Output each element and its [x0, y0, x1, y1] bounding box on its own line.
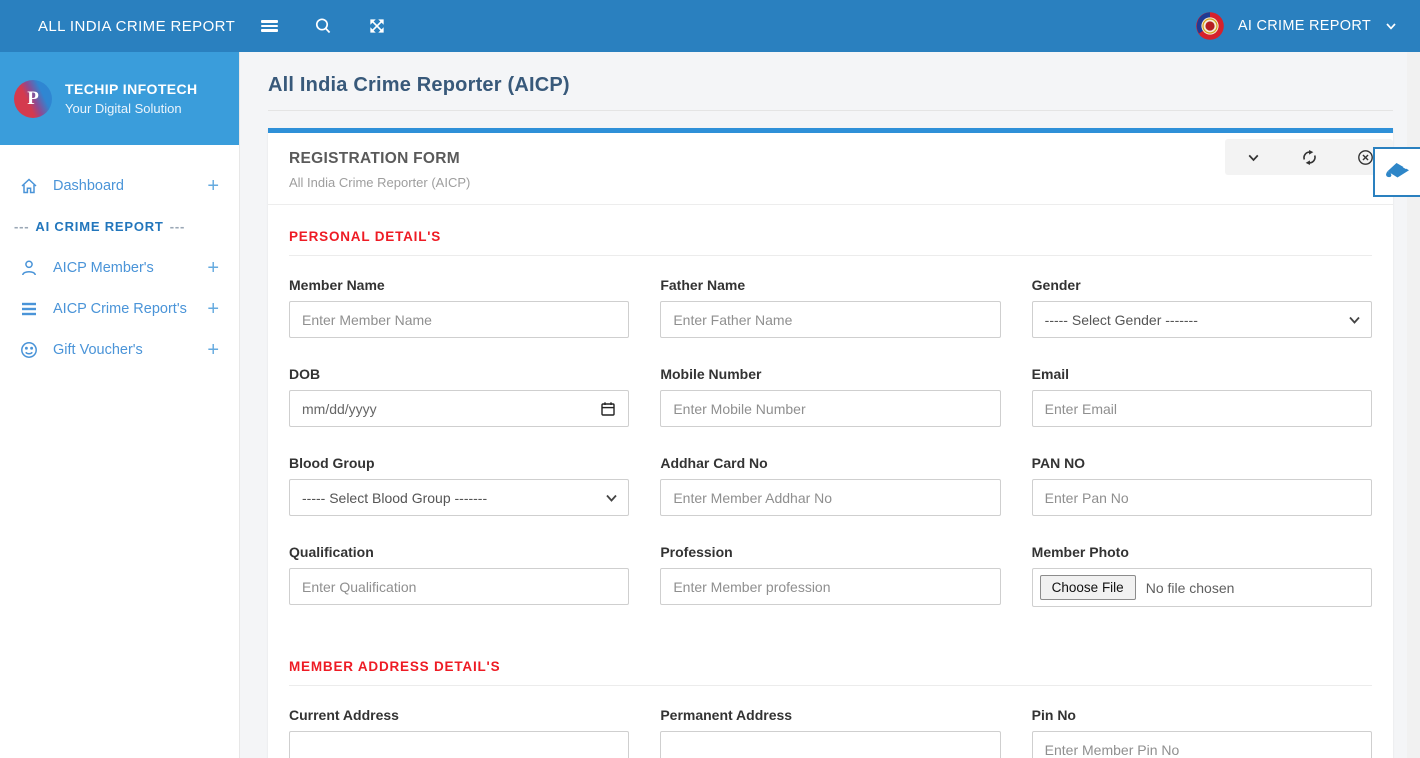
field-current-address: Current Address: [289, 707, 630, 758]
plus-icon[interactable]: +: [207, 176, 219, 196]
permanent-address-label: Permanent Address: [660, 707, 793, 723]
email-label: Email: [1031, 366, 1070, 382]
section-personal-details: PERSONAL DETAIL'S: [289, 229, 442, 244]
brand-tagline: Your Digital Solution: [65, 101, 182, 116]
father-name-label: Father Name: [660, 277, 746, 293]
field-blood-group: Blood Group ----- Select Blood Group ---…: [289, 455, 630, 516]
card-title: REGISTRATION FORM: [289, 150, 460, 167]
pin-no-input[interactable]: [1031, 731, 1372, 758]
profession-input[interactable]: [660, 568, 1001, 605]
topbar: ALL INDIA CRIME REPORT AI CRIME REPORT: [0, 0, 1420, 52]
field-pin-no: Pin No: [1031, 707, 1372, 758]
plus-icon[interactable]: +: [207, 340, 219, 360]
brand-name: TECHIP INFOTECH: [65, 81, 198, 97]
sidebar-item-aicp-members[interactable]: AICP Member's +: [0, 247, 239, 288]
email-input[interactable]: [1031, 390, 1372, 427]
profile-menu[interactable]: AI CRIME REPORT: [1195, 11, 1420, 41]
field-pan: PAN NO: [1031, 455, 1372, 516]
field-member-name: Member Name: [289, 277, 630, 338]
home-icon: [18, 176, 40, 196]
field-email: Email: [1031, 366, 1372, 427]
main-content: All India Crime Reporter (AICP) REGISTRA…: [240, 52, 1407, 758]
profile-label: AI CRIME REPORT: [1237, 18, 1371, 34]
sidebar-item-label: AICP Member's: [53, 259, 154, 276]
field-aadhar: Addhar Card No: [660, 455, 1001, 516]
choose-file-button[interactable]: Choose File: [1039, 575, 1136, 600]
card-subtitle: All India Crime Reporter (AICP): [289, 175, 471, 190]
permanent-address-textarea[interactable]: [660, 731, 1001, 758]
gender-select[interactable]: ----- Select Gender -------: [1031, 301, 1372, 338]
field-member-photo: Member Photo Choose File No file chosen: [1031, 544, 1372, 607]
pin-no-label: Pin No: [1031, 707, 1076, 723]
app-badge-logo: [1196, 12, 1224, 40]
plus-icon[interactable]: +: [207, 299, 219, 319]
mobile-label: Mobile Number: [660, 366, 762, 382]
collapse-card-icon[interactable]: [1240, 144, 1266, 170]
member-name-label: Member Name: [289, 277, 385, 293]
calendar-icon[interactable]: [600, 401, 616, 417]
dob-label: DOB: [289, 366, 321, 382]
member-name-input[interactable]: [289, 301, 630, 338]
sidebar-item-label: AICP Crime Report's: [53, 300, 187, 317]
search-icon[interactable]: [311, 14, 335, 38]
qualification-label: Qualification: [289, 544, 374, 560]
file-status-text: No file chosen: [1145, 579, 1235, 596]
sidebar-item-aicp-crime-reports[interactable]: AICP Crime Report's +: [0, 288, 239, 329]
smiley-icon: [18, 340, 40, 360]
current-address-textarea[interactable]: [289, 731, 630, 758]
sidebar-item-label: Dashboard: [53, 177, 124, 194]
list-icon: [18, 299, 40, 319]
fullscreen-icon[interactable]: [365, 14, 389, 38]
user-icon: [18, 258, 40, 278]
pan-input[interactable]: [1031, 479, 1372, 516]
sidebar-section-label: AI CRIME REPORT: [35, 219, 164, 234]
aadhar-input[interactable]: [660, 479, 1001, 516]
member-photo-label: Member Photo: [1031, 544, 1129, 560]
registration-card: REGISTRATION FORM All India Crime Report…: [268, 128, 1393, 758]
dob-input[interactable]: mm/dd/yyyy: [289, 390, 630, 427]
current-address-label: Current Address: [289, 707, 399, 723]
plus-icon[interactable]: +: [207, 258, 219, 278]
field-permanent-address: Permanent Address: [660, 707, 1001, 758]
pan-label: PAN NO: [1031, 455, 1086, 471]
sidebar-item-dashboard[interactable]: Dashboard +: [0, 165, 239, 206]
sidebar: P TECHIP INFOTECH Your Digital Solution …: [0, 52, 240, 758]
mobile-input[interactable]: [660, 390, 1001, 427]
theme-customizer-button[interactable]: [1373, 147, 1420, 197]
menu-toggle-icon[interactable]: [257, 14, 281, 38]
profession-label: Profession: [660, 544, 733, 560]
aadhar-label: Addhar Card No: [660, 455, 768, 471]
field-father-name: Father Name: [660, 277, 1001, 338]
brand-area: P TECHIP INFOTECH Your Digital Solution: [0, 52, 239, 145]
section-member-address-details: MEMBER ADDRESS DETAIL'S: [289, 659, 501, 674]
field-gender: Gender ----- Select Gender -------: [1031, 277, 1372, 338]
refresh-icon[interactable]: [1296, 144, 1322, 170]
brand-logo: P: [14, 79, 52, 118]
father-name-input[interactable]: [660, 301, 1001, 338]
blood-group-label: Blood Group: [289, 455, 375, 471]
field-mobile: Mobile Number: [660, 366, 1001, 427]
card-tools: [1225, 139, 1393, 175]
sidebar-section-header: --- AI CRIME REPORT ---: [14, 219, 186, 234]
sidebar-item-gift-vouchers[interactable]: Gift Voucher's +: [0, 329, 239, 370]
blood-group-select[interactable]: ----- Select Blood Group -------: [289, 479, 630, 516]
app-title: ALL INDIA CRIME REPORT: [38, 17, 236, 35]
gender-label: Gender: [1031, 277, 1081, 293]
field-profession: Profession: [660, 544, 1001, 607]
page-title: All India Crime Reporter (AICP): [268, 74, 570, 96]
field-qualification: Qualification: [289, 544, 630, 607]
paint-icon: [1386, 162, 1409, 177]
field-dob: DOB mm/dd/yyyy: [289, 366, 630, 427]
qualification-input[interactable]: [289, 568, 630, 605]
member-photo-input[interactable]: Choose File No file chosen: [1031, 568, 1372, 607]
sidebar-item-label: Gift Voucher's: [53, 341, 143, 358]
chevron-down-icon: [1386, 23, 1396, 30]
